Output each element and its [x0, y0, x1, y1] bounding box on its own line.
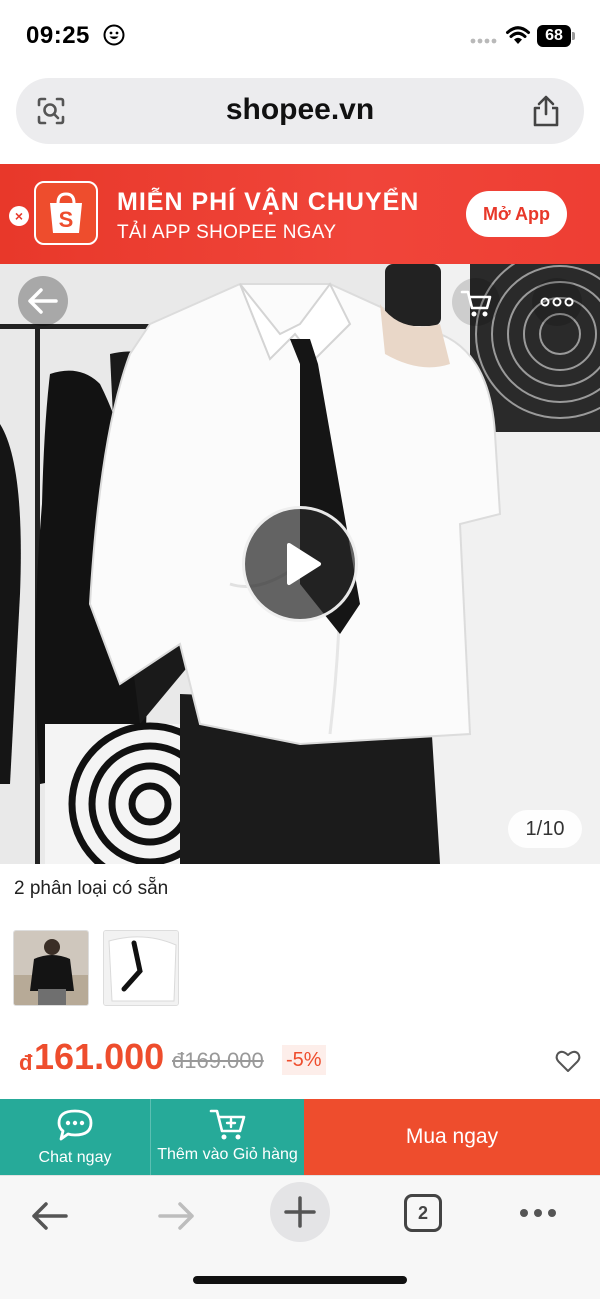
variant-image	[104, 931, 178, 1005]
original-price: đ169.000	[172, 1048, 264, 1073]
home-indicator	[193, 1276, 407, 1284]
chat-bubble-icon	[57, 1109, 93, 1141]
app-promo-banner[interactable]: × S MIỄN PHÍ VẬN CHUYỂN TẢI APP SHOPEE N…	[0, 164, 600, 264]
heart-icon[interactable]	[555, 1049, 581, 1073]
discount-badge: -5%	[282, 1045, 326, 1075]
product-image-gallery[interactable]: 1/10	[0, 264, 600, 864]
variant-thumbnail-white[interactable]	[103, 930, 179, 1006]
menu-dots-icon[interactable]	[510, 1188, 566, 1244]
battery-tip	[572, 32, 575, 40]
cart-icon	[460, 290, 492, 317]
more-options-button[interactable]	[532, 278, 582, 326]
variants-label: 2 phân loại có sẵn	[14, 878, 169, 899]
smiley-icon	[103, 24, 125, 46]
status-bar: 09:25 68	[0, 0, 600, 72]
status-time: 09:25	[26, 22, 90, 49]
back-arrow-icon[interactable]	[22, 1188, 78, 1244]
play-video-button[interactable]	[242, 506, 358, 622]
buy-now-button[interactable]: Mua ngay	[304, 1099, 600, 1175]
shopee-logo-icon: S	[34, 181, 98, 245]
banner-subtitle: TẢI APP SHOPEE NGAY	[117, 222, 337, 243]
back-button[interactable]	[18, 276, 68, 326]
new-tab-button[interactable]	[270, 1182, 330, 1242]
shopee-bag-icon: S	[50, 192, 82, 233]
variant-thumbnail-black[interactable]	[13, 930, 89, 1006]
current-price: 161.000	[34, 1036, 165, 1077]
price-currency: đ	[19, 1050, 33, 1075]
svg-text:S: S	[59, 207, 74, 232]
product-action-bar: Chat ngay Thêm vào Giỏ hàng Mua ngay	[0, 1099, 600, 1175]
image-counter: 1/10	[508, 810, 582, 848]
variant-image	[14, 931, 88, 1005]
open-app-button[interactable]: Mở App	[466, 191, 567, 237]
address-bar[interactable]: shopee.vn	[16, 78, 584, 144]
banner-title: MIỄN PHÍ VẬN CHUYỂN	[117, 188, 420, 216]
chat-now-label: Chat ngay	[38, 1149, 112, 1166]
add-to-cart-label: Thêm vào Giỏ hàng	[157, 1146, 298, 1163]
battery-indicator: 68	[537, 25, 577, 47]
add-to-cart-button[interactable]: Thêm vào Giỏ hàng	[150, 1099, 304, 1175]
close-banner-button[interactable]: ×	[9, 206, 29, 226]
wifi-icon	[506, 26, 530, 44]
battery-level: 68	[545, 27, 563, 44]
more-dots-icon	[540, 297, 574, 307]
arrow-left-icon	[28, 288, 58, 314]
signal-dots-icon	[470, 38, 497, 44]
add-cart-icon	[209, 1109, 246, 1140]
share-icon[interactable]	[530, 94, 562, 128]
chat-now-button[interactable]: Chat ngay	[0, 1099, 150, 1175]
cart-button[interactable]	[452, 278, 500, 326]
url-text[interactable]: shopee.vn	[16, 93, 584, 127]
play-icon	[287, 543, 321, 585]
forward-arrow-icon[interactable]	[148, 1188, 204, 1244]
plus-icon	[284, 1196, 316, 1228]
tab-switcher-button[interactable]: 2	[404, 1194, 442, 1232]
